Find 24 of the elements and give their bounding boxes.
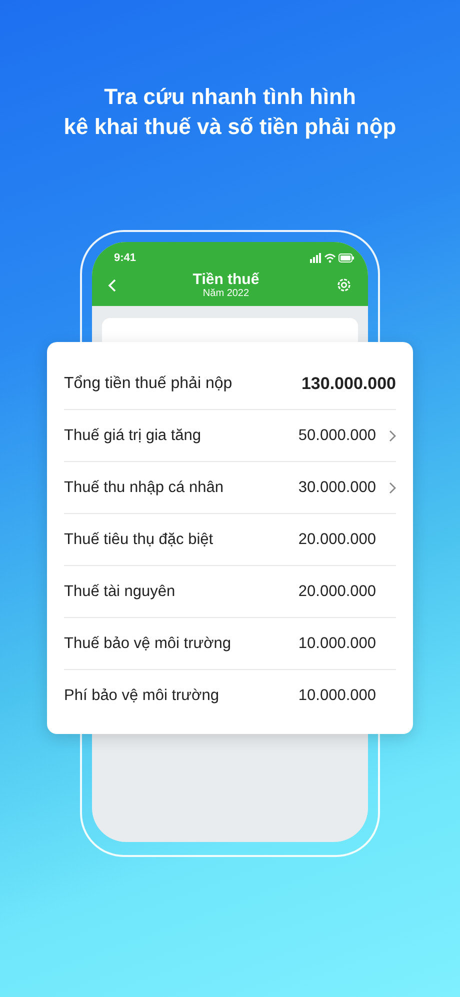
tax-label: Thuế giá trị gia tăng: [64, 426, 202, 446]
tax-label: Thuế tiêu thụ đặc biệt: [64, 530, 214, 550]
tax-label: Phí bảo vệ môi trường: [64, 686, 219, 706]
headline: Tra cứu nhanh tình hình: [103, 83, 357, 111]
screen-title: Tiền thuế: [192, 270, 260, 288]
screen-subtitle: Năm 2022: [202, 288, 250, 300]
tax-amount: 50.000.000: [298, 426, 376, 446]
tax-amount: 30.000.000: [298, 478, 376, 498]
tax-label: Thuế thu nhập cá nhân: [64, 478, 224, 498]
chevron-icon[interactable]: [389, 482, 396, 494]
chevron-icon[interactable]: [389, 430, 396, 442]
tax-label: Thuế bảo vệ môi trường: [64, 634, 232, 654]
status-time: 9:41: [114, 251, 136, 266]
tax-amount: 130.000.000: [301, 372, 396, 395]
tax-amount: 10.000.000: [298, 634, 376, 654]
tax-amount: 20.000.000: [298, 530, 376, 550]
tax-label: Thuế tài nguyên: [64, 582, 176, 602]
tax-amount: 10.000.000: [298, 686, 376, 706]
tax-amount: 20.000.000: [298, 582, 376, 602]
headline: kê khai thuế và số tiền phải nộp: [62, 113, 398, 141]
back-icon[interactable]: [108, 278, 116, 292]
tax-label: Tổng tiền thuế phải nộp: [64, 374, 232, 394]
settings-icon[interactable]: [336, 277, 352, 293]
status-icons: [310, 253, 354, 264]
